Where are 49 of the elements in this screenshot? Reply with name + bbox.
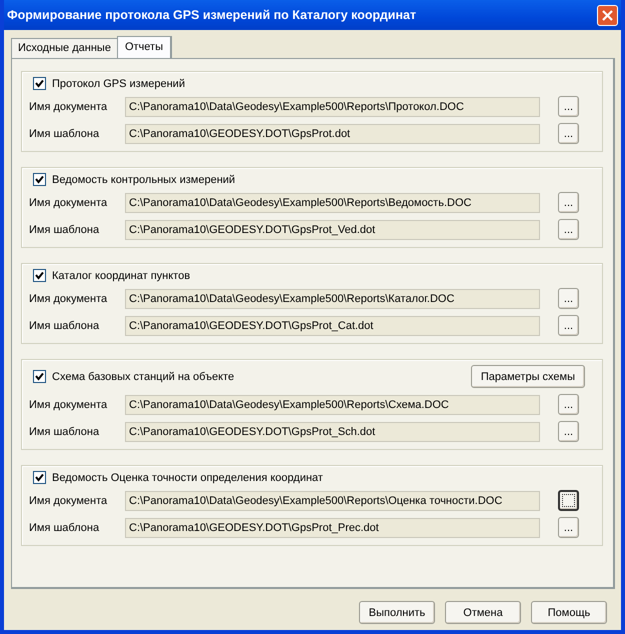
tab[interactable]: Исходные данные <box>11 38 118 58</box>
window-title: Формирование протокола GPS измерений по Каталогу координат <box>7 8 416 22</box>
path-field[interactable]: C:\Panorama10\Data\Geodesy\Example500\Reports\Ведомость.DOC <box>125 192 540 212</box>
browse-button[interactable]: ... <box>558 96 579 117</box>
close-icon <box>602 10 613 20</box>
browse-button[interactable]: ... <box>558 219 579 240</box>
checkbox[interactable] <box>33 173 46 186</box>
checkbox[interactable] <box>33 370 46 383</box>
field-label: Имя шаблона <box>29 522 100 534</box>
close-button[interactable] <box>597 4 618 26</box>
path-field[interactable]: C:\Panorama10\GEODESY.DOT\GpsProt.dot <box>125 124 540 144</box>
checkbox[interactable] <box>33 269 46 282</box>
path-field[interactable]: C:\Panorama10\Data\Geodesy\Example500\Reports\Схема.DOC <box>125 394 540 414</box>
path-field[interactable]: C:\Panorama10\GEODESY.DOT\GpsProt_Prec.dot <box>125 518 540 538</box>
field-label: Имя документа <box>29 398 108 410</box>
tab[interactable]: Отчеты <box>116 36 172 58</box>
field-label: Имя документа <box>29 494 108 506</box>
field-label: Имя шаблона <box>29 128 100 140</box>
browse-button[interactable]: ... <box>558 517 579 538</box>
browse-button[interactable]: ... <box>558 421 579 442</box>
field-label: Имя шаблона <box>29 320 100 332</box>
field-label: Имя документа <box>29 196 108 208</box>
browse-button[interactable]: ... <box>558 315 579 336</box>
field-label: Имя документа <box>29 100 108 112</box>
checkbox-label: Ведомость Оценка точности определения координат <box>52 472 323 484</box>
path-field[interactable]: C:\Panorama10\GEODESY.DOT\GpsProt_Sch.dot <box>125 422 540 442</box>
browse-button[interactable]: ... <box>558 288 579 309</box>
browse-button[interactable]: ... <box>558 394 579 415</box>
field-label: Имя шаблона <box>29 426 100 438</box>
dialog-button[interactable]: Помощь <box>531 601 607 624</box>
options-button[interactable]: Параметры схемы <box>470 365 585 388</box>
checkbox-label: Ведомость контрольных измерений <box>52 174 236 186</box>
path-field[interactable]: C:\Panorama10\Data\Geodesy\Example500\Reports\Каталог.DOC <box>125 288 540 308</box>
browse-button[interactable]: ... <box>558 123 579 144</box>
path-field[interactable]: C:\Panorama10\GEODESY.DOT\GpsProt_Ved.dot <box>125 220 540 240</box>
field-label: Имя шаблона <box>29 224 100 236</box>
checkbox[interactable] <box>33 471 46 484</box>
dialog-button[interactable]: Выполнить <box>359 601 435 624</box>
path-field[interactable]: C:\Panorama10\Data\Geodesy\Example500\Reports\Протокол.DOC <box>125 96 540 116</box>
field-label: Имя документа <box>29 292 108 304</box>
browse-button[interactable]: ... <box>558 192 579 213</box>
checkbox-label: Схема базовых станций на объекте <box>52 370 234 382</box>
browse-button[interactable] <box>558 490 579 511</box>
checkbox-label: Каталог координат пунктов <box>52 270 190 282</box>
checkbox[interactable] <box>33 77 46 90</box>
dialog-button[interactable]: Отмена <box>445 601 521 624</box>
path-field[interactable]: C:\Panorama10\Data\Geodesy\Example500\Reports\Оценка точности.DOC <box>125 490 540 510</box>
path-field[interactable]: C:\Panorama10\GEODESY.DOT\GpsProt_Cat.dot <box>125 316 540 336</box>
checkbox-label: Протокол GPS измерений <box>52 78 185 90</box>
